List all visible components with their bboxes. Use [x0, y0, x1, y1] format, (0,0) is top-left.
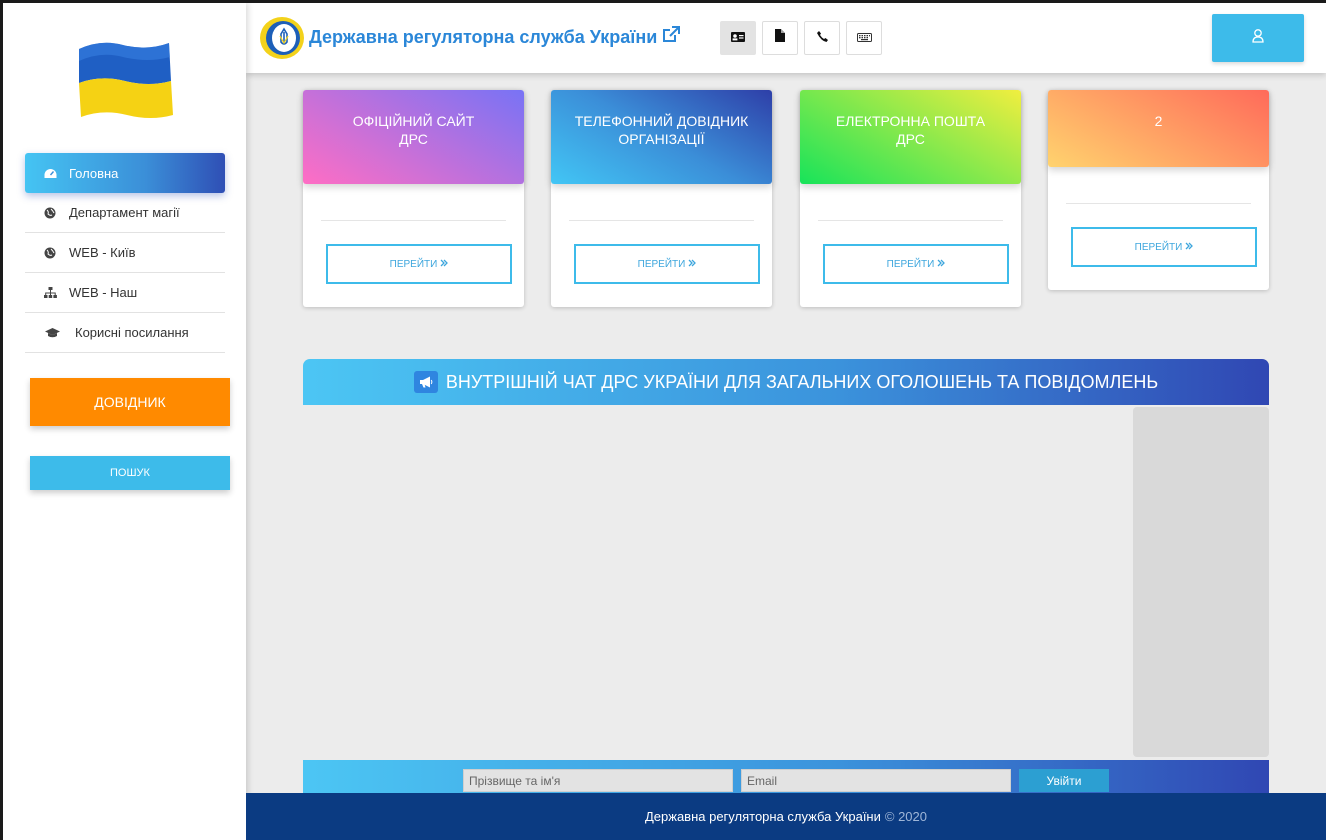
- user-icon: [1252, 28, 1264, 48]
- phone-button[interactable]: [804, 21, 840, 55]
- go-button[interactable]: ПЕРЕЙТИ: [823, 244, 1009, 284]
- email-input[interactable]: [741, 769, 1011, 792]
- sidebar-item-label: Департамент магії: [69, 205, 180, 220]
- sidebar-item-label: Головна: [69, 165, 119, 181]
- search-button[interactable]: ПОШУК: [30, 456, 230, 490]
- card-divider: [1066, 203, 1251, 204]
- chat-users-panel[interactable]: [1133, 407, 1269, 757]
- sidebar-item-web-nash[interactable]: WEB - Наш: [25, 273, 225, 313]
- id-card-button[interactable]: [720, 21, 756, 55]
- go-button-label: ПЕРЕЙТИ: [886, 258, 935, 270]
- sidebar-item-useful-links[interactable]: Корисні посилання: [25, 313, 225, 353]
- card-official-site: ОФІЦІЙНИЙ САЙТ ДРС ПЕРЕЙТИ: [303, 90, 524, 307]
- sitemap-icon: [41, 284, 59, 302]
- card-subtitle: ДРС: [896, 131, 925, 147]
- site-title-link[interactable]: Державна регуляторна служба України: [309, 26, 681, 48]
- go-button-label: ПЕРЕЙТИ: [637, 258, 686, 270]
- directory-button[interactable]: ДОВІДНИК: [30, 378, 230, 426]
- card-title: 2: [1154, 113, 1163, 129]
- double-chevron-right-icon: [1185, 242, 1194, 253]
- sidebar-item-label: WEB - Наш: [69, 285, 138, 300]
- keyboard-icon: [856, 29, 872, 47]
- login-button[interactable]: Увійти: [1019, 769, 1109, 792]
- sidebar-item-home[interactable]: Головна: [25, 153, 225, 193]
- double-chevron-right-icon: [440, 259, 449, 270]
- drs-logo: [259, 15, 305, 61]
- card-title: ТЕЛЕФОННИЙ ДОВІДНИК: [574, 113, 749, 129]
- card-header: ОФІЦІЙНИЙ САЙТ ДРС: [303, 90, 524, 184]
- page-footer: Державна регуляторна служба України © 20…: [246, 793, 1326, 840]
- keyboard-button[interactable]: [846, 21, 882, 55]
- footer-copyright: © 2020: [884, 809, 927, 824]
- go-button[interactable]: ПЕРЕЙТИ: [574, 244, 760, 284]
- name-input[interactable]: [463, 769, 733, 792]
- sidebar-item-magic-department[interactable]: Департамент магії: [25, 193, 225, 233]
- card-divider: [569, 220, 754, 221]
- sidebar: Головна Департамент магії WEB - Київ WEB…: [3, 3, 246, 840]
- top-header: Державна регуляторна служба України: [246, 3, 1326, 73]
- user-account-button[interactable]: [1212, 14, 1304, 62]
- double-chevron-right-icon: [688, 259, 697, 270]
- sidebar-nav: Головна Департамент магії WEB - Київ WEB…: [25, 153, 225, 353]
- card-phone-directory: ТЕЛЕФОННИЙ ДОВІДНИК ОРГАНІЗАЦІЇ ПЕРЕЙТИ: [551, 90, 772, 307]
- card-title: ОФІЦІЙНИЙ САЙТ: [352, 113, 475, 129]
- globe-icon: [41, 244, 59, 262]
- go-button-label: ПЕРЕЙТИ: [1134, 241, 1183, 253]
- card-header: ЕЛЕКТРОННА ПОШТА ДРС: [800, 90, 1021, 184]
- chat-title: ВНУТРІШНІЙ ЧАТ ДРС УКРАЇНИ ДЛЯ ЗАГАЛЬНИХ…: [445, 371, 1159, 392]
- sidebar-item-label: WEB - Київ: [69, 245, 136, 260]
- chat-messages-area[interactable]: [303, 405, 1131, 759]
- file-icon: [775, 29, 785, 47]
- sidebar-item-web-kyiv[interactable]: WEB - Київ: [25, 233, 225, 273]
- card-divider: [818, 220, 1003, 221]
- double-chevron-right-icon: [937, 259, 946, 270]
- globe-icon: [41, 204, 59, 222]
- go-button[interactable]: ПЕРЕЙТИ: [1071, 227, 1257, 267]
- card-2: 2 ПЕРЕЙТИ: [1048, 90, 1269, 290]
- external-link-icon: [662, 26, 681, 48]
- header-toolbar: [720, 21, 882, 55]
- megaphone-icon: [413, 371, 438, 393]
- internal-chat: ВНУТРІШНІЙ ЧАТ ДРС УКРАЇНИ ДЛЯ ЗАГАЛЬНИХ…: [303, 359, 1269, 800]
- go-button-label: ПЕРЕЙТИ: [389, 258, 438, 270]
- phone-icon: [816, 29, 828, 47]
- card-email: ЕЛЕКТРОННА ПОШТА ДРС ПЕРЕЙТИ: [800, 90, 1021, 307]
- footer-org-name: Державна регуляторна служба України: [644, 809, 881, 824]
- graduation-cap-icon: [43, 324, 61, 342]
- ukraine-flag-logo: [71, 37, 175, 121]
- card-header: 2: [1048, 90, 1269, 167]
- dashboard-icon: [41, 164, 59, 182]
- card-subtitle: ДРС: [399, 131, 428, 147]
- chat-header: ВНУТРІШНІЙ ЧАТ ДРС УКРАЇНИ ДЛЯ ЗАГАЛЬНИХ…: [303, 359, 1269, 405]
- site-title: Державна регуляторна служба України: [309, 26, 658, 47]
- app-window: Головна Департамент магії WEB - Київ WEB…: [3, 3, 1326, 840]
- sidebar-item-label: Корисні посилання: [75, 325, 189, 340]
- card-subtitle: ОРГАНІЗАЦІЇ: [618, 131, 705, 147]
- id-card-icon: [731, 29, 745, 47]
- document-button[interactable]: [762, 21, 798, 55]
- card-header: ТЕЛЕФОННИЙ ДОВІДНИК ОРГАНІЗАЦІЇ: [551, 90, 772, 184]
- card-title: ЕЛЕКТРОННА ПОШТА: [835, 113, 986, 129]
- go-button[interactable]: ПЕРЕЙТИ: [326, 244, 512, 284]
- card-divider: [321, 220, 506, 221]
